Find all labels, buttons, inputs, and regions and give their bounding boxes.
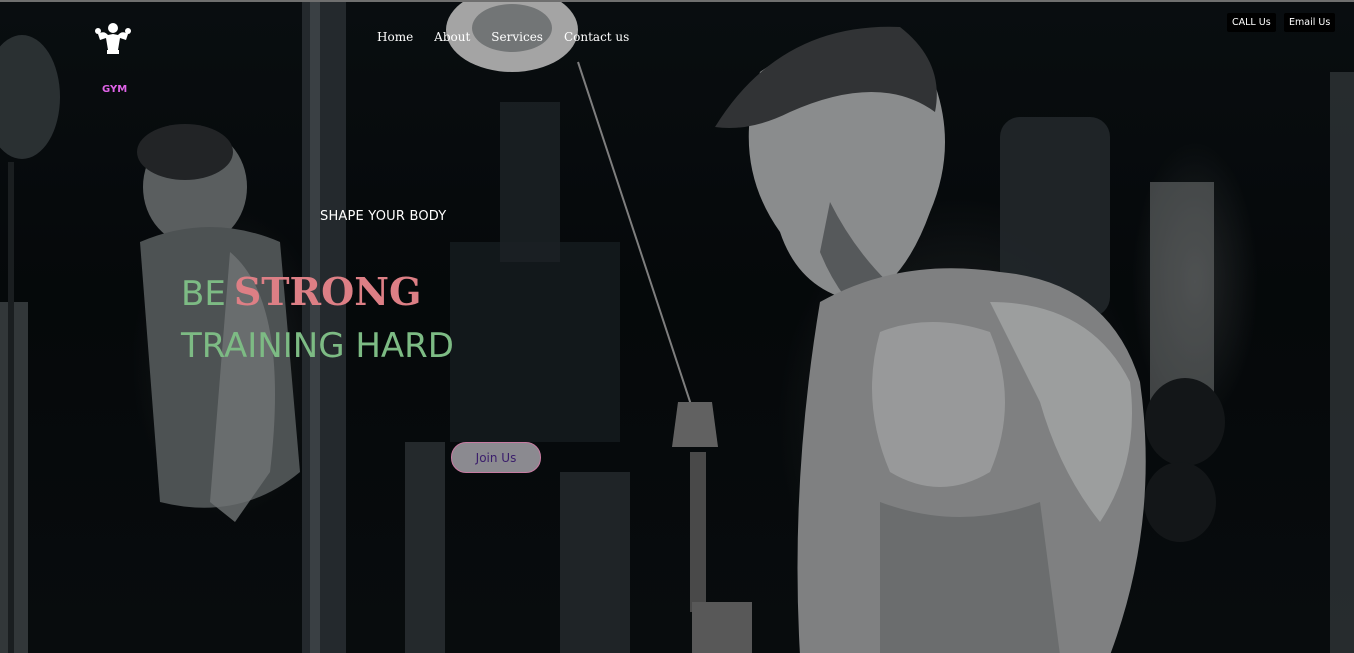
hero-page: GYM Home About Services Contact us CALL … [0, 0, 1354, 653]
headline-emphasis: STRONG [233, 269, 422, 314]
hero-headline-line2: TRAINING HARD [181, 326, 454, 366]
join-us-button[interactable]: Join Us [451, 442, 541, 473]
brand-name: GYM [102, 84, 128, 95]
main-nav: Home About Services Contact us [377, 30, 629, 44]
nav-item-about[interactable]: About [434, 30, 470, 44]
email-us-button[interactable]: Email Us [1284, 13, 1336, 32]
call-us-button[interactable]: CALL Us [1227, 13, 1276, 32]
hero-tagline: SHAPE YOUR BODY [320, 209, 447, 224]
nav-item-contact[interactable]: Contact us [564, 30, 629, 44]
headline-prefix: BE [181, 274, 226, 314]
nav-item-services[interactable]: Services [491, 30, 543, 44]
nav-item-home[interactable]: Home [377, 30, 413, 44]
bodybuilder-logo-icon[interactable] [92, 20, 134, 56]
hero-headline-line1: BE STRONG [181, 268, 421, 325]
